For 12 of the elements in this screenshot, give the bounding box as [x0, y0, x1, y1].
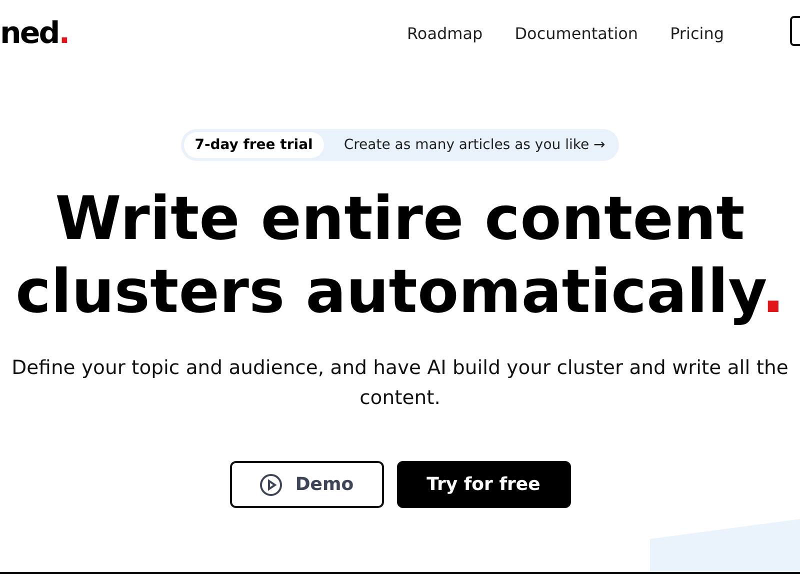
announcement-pill[interactable]: 7-day free trial Create as many articles as you like → — [180, 129, 620, 161]
nav-link[interactable]: Documentation — [514, 24, 638, 42]
headline: Write entire content clusters automatically. — [15, 183, 785, 329]
nav-link[interactable]: Roadmap — [407, 24, 483, 42]
logo[interactable]: ned. — [0, 16, 69, 50]
trial-badge: 7-day free trial — [184, 132, 324, 158]
nav-link[interactable]: Pricing — [670, 24, 724, 42]
announcement-text: Create as many articles as you like → — [344, 137, 606, 153]
try-button[interactable]: Try for free — [396, 461, 570, 508]
play-icon — [259, 472, 284, 496]
subtitle: Define your topic and audience, and have AI build your cluster and write all the content. — [10, 355, 790, 411]
demo-button[interactable]: Demo — [230, 461, 384, 508]
